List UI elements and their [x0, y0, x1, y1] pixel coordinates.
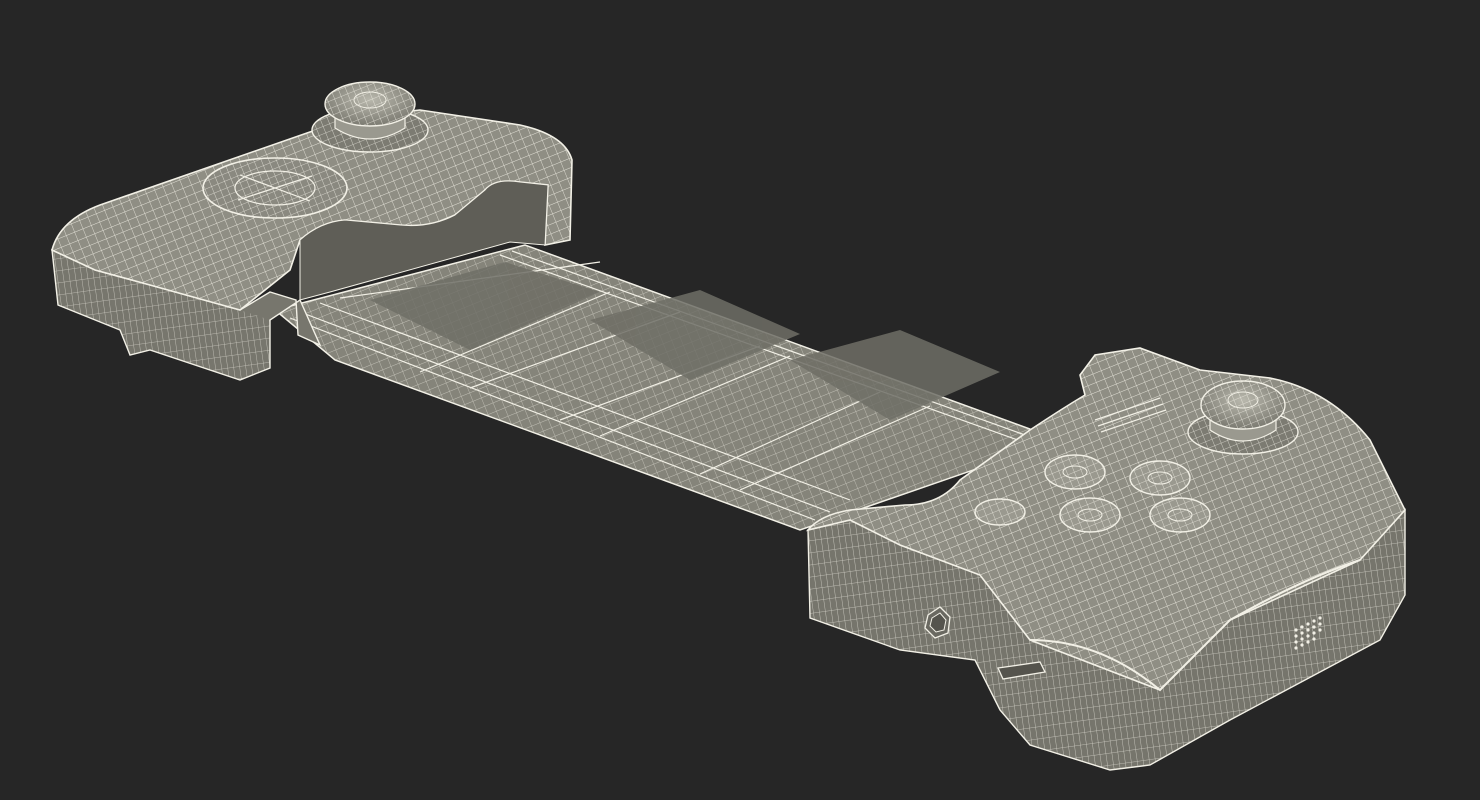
left-thumbstick-icon[interactable]	[311, 81, 429, 153]
menu-button-icon[interactable]	[974, 498, 1026, 526]
telescopic-bridge	[273, 244, 1063, 531]
button-b-icon[interactable]	[1149, 497, 1211, 533]
button-x-icon[interactable]	[1129, 460, 1191, 496]
dpad-icon[interactable]	[202, 157, 348, 219]
button-a-icon[interactable]	[1059, 497, 1121, 533]
3d-viewport	[0, 0, 1480, 800]
button-y-icon[interactable]	[1044, 454, 1106, 490]
